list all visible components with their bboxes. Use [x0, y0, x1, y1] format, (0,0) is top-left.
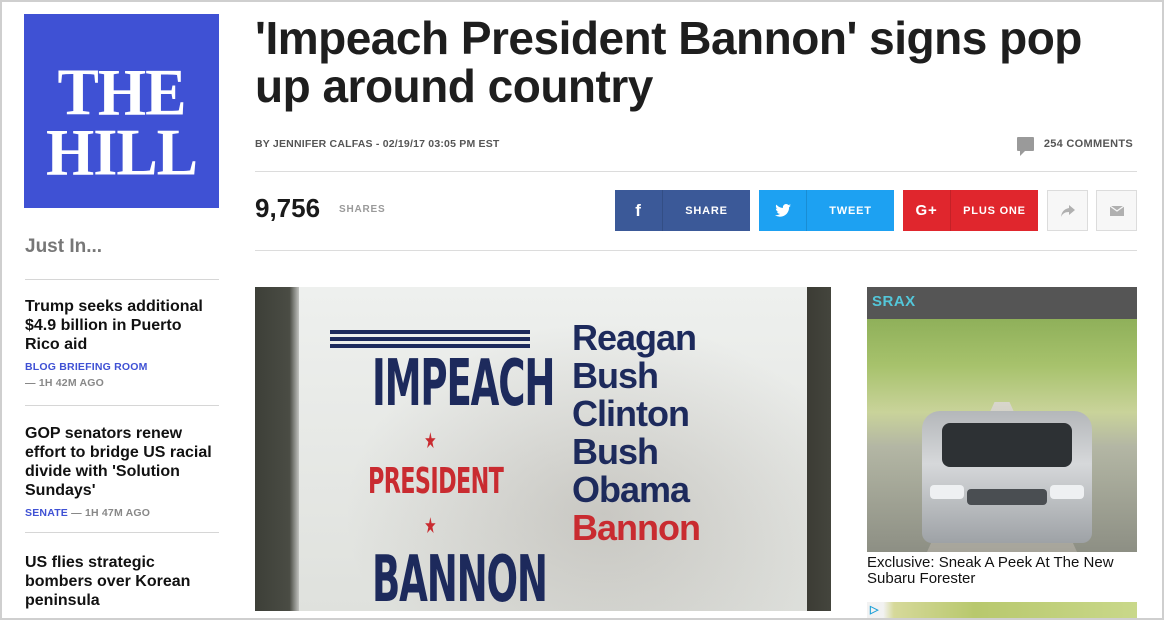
share-divider [255, 250, 1137, 251]
sidebar-story[interactable]: Trump seeks additional $4.9 billion in P… [25, 297, 219, 389]
poster-name-highlight: Bannon [572, 507, 701, 548]
sidebar-divider [25, 405, 219, 406]
article-photo: IMPEACH ★ PRESIDENT ★ BANNON Reagan Bush… [255, 287, 831, 611]
sidebar-story-time: — 1H 42M AGO [25, 377, 105, 389]
sidebar-story-meta: SENATE — 1H 47M AGO [25, 507, 219, 519]
logo-line-the: THE [57, 56, 187, 130]
google-plus-one-label: PLUS ONE [963, 204, 1026, 217]
comments-link[interactable]: 254 COMMENTS [1016, 137, 1133, 156]
page: THE HILL Just In... Trump seeks addition… [0, 0, 1164, 620]
sidebar-story-headline[interactable]: GOP senators renew effort to bridge US r… [25, 424, 219, 500]
ad-brand-logo: SRAX [872, 293, 916, 310]
sidebar-story-category[interactable]: BLOG BRIEFING ROOM [25, 361, 148, 373]
presidents-list-poster: Reagan Bush Clinton Bush Obama Bannon [572, 317, 701, 548]
sidebar-divider [25, 532, 219, 533]
ad-caption-link[interactable]: Exclusive: Sneak A Peek At The New Subar… [867, 555, 1137, 587]
sidebar-story-category[interactable]: SENATE [25, 507, 68, 519]
twitter-tweet-button[interactable]: TWEET [759, 190, 894, 231]
poster-impeach-text: IMPEACH [372, 347, 555, 421]
google-plus-icon: G+ [903, 190, 951, 231]
twitter-tweet-label: TWEET [829, 204, 872, 217]
ad-car-image[interactable] [867, 319, 1137, 552]
header-divider [255, 171, 1137, 172]
facebook-share-label: SHARE [685, 204, 728, 217]
logo-line-hill: HILL [45, 116, 198, 190]
poster-name: Bush [572, 431, 659, 472]
poster-bannon-text: BANNON [372, 543, 548, 611]
article-byline: BY JENNIFER CALFAS - 02/19/17 03:05 PM E… [255, 138, 500, 150]
poster-name: Obama [572, 469, 690, 510]
just-in-heading: Just In... [25, 236, 103, 257]
sidebar-divider [25, 279, 219, 280]
sidebar-story[interactable]: GOP senators renew effort to bridge US r… [25, 424, 219, 519]
sidebar-story-time: — 1H 47M AGO [71, 507, 151, 519]
facebook-share-button[interactable]: f SHARE [615, 190, 750, 231]
sidebar-ad[interactable]: SRAX Exclusive: Sneak A Peek At The New … [867, 287, 1137, 587]
comments-count: 254 COMMENTS [1043, 138, 1133, 150]
shares-label: SHARES [339, 204, 386, 215]
sidebar-story-meta: BLOG BRIEFING ROOM — 1H 42M AGO [25, 361, 219, 389]
share-arrow-icon [1060, 204, 1075, 217]
adchoices-icon[interactable]: ▷ [870, 603, 878, 616]
poster-name: Bush [572, 355, 659, 396]
comment-icon [1016, 137, 1034, 156]
shares-count: 9,756 [255, 193, 321, 223]
more-share-button[interactable] [1047, 190, 1088, 231]
the-hill-logo[interactable]: THE HILL [24, 14, 219, 208]
sidebar-story-headline[interactable]: US flies strategic bombers over Korean p… [25, 553, 219, 610]
poster-name: Reagan [572, 317, 697, 358]
article-title: 'Impeach President Bannon' signs pop up … [255, 12, 1082, 112]
email-share-button[interactable] [1096, 190, 1137, 231]
sidebar-story[interactable]: US flies strategic bombers over Korean p… [25, 553, 219, 610]
second-ad[interactable]: ▷ [867, 602, 1137, 618]
poster-president-text: ★ PRESIDENT ★ [368, 429, 504, 539]
sidebar-story-headline[interactable]: Trump seeks additional $4.9 billion in P… [25, 297, 219, 354]
twitter-icon [759, 190, 807, 231]
google-plus-one-button[interactable]: G+ PLUS ONE [903, 190, 1038, 231]
facebook-icon: f [615, 190, 663, 231]
ad-brand-bar: SRAX [867, 287, 1137, 319]
poster-name: Clinton [572, 393, 690, 434]
impeach-poster: IMPEACH ★ PRESIDENT ★ BANNON [330, 327, 555, 611]
mail-icon [1109, 205, 1124, 216]
